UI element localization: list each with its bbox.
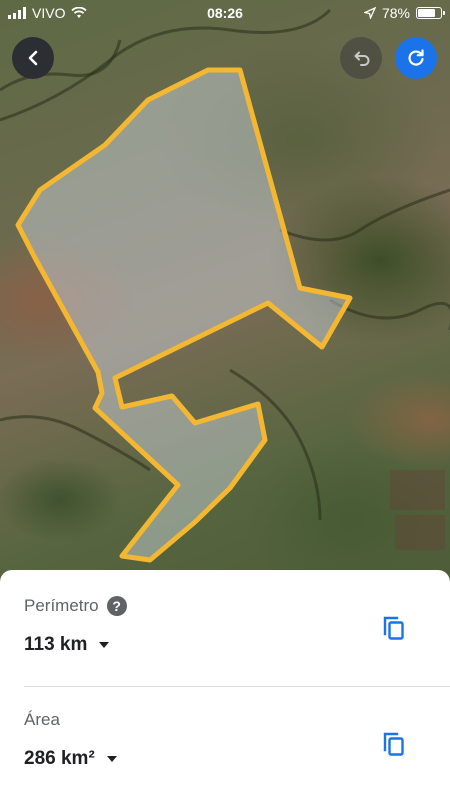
refresh-icon <box>408 49 424 66</box>
copy-area-button[interactable] <box>378 728 410 760</box>
help-icon[interactable]: ? <box>106 596 127 616</box>
measurement-sheet: Perímetro ? 113 km Área 286 km² <box>0 570 450 800</box>
measured-area-polygon[interactable] <box>15 67 353 563</box>
battery-fill <box>418 9 436 17</box>
perimeter-label: Perímetro <box>24 596 99 615</box>
undo-icon <box>354 51 370 66</box>
undo-button[interactable] <box>340 37 382 79</box>
caret-down-icon <box>106 756 117 762</box>
wifi-icon <box>71 7 88 18</box>
caret-down-icon <box>99 642 110 648</box>
battery-icon <box>416 7 445 19</box>
perimeter-label-row: Perímetro ? <box>24 596 426 616</box>
copy-perimeter-button[interactable] <box>378 612 410 644</box>
area-value: 286 km² <box>24 748 95 769</box>
satellite-map[interactable] <box>0 0 450 600</box>
divider <box>24 686 450 687</box>
perimeter-section: Perímetro ? 113 km <box>24 596 426 656</box>
perimeter-unit-selector[interactable]: 113 km <box>24 634 426 656</box>
copy-icon <box>383 616 404 640</box>
area-unit-selector[interactable]: 286 km² <box>24 748 426 770</box>
chevron-left-icon <box>28 50 38 66</box>
signal-icon <box>8 7 26 19</box>
status-bar: VIVO 08:26 78% <box>0 0 450 26</box>
area-label-row: Área <box>24 710 426 730</box>
battery-percent: 78% <box>381 5 410 21</box>
perimeter-value: 113 km <box>24 634 88 655</box>
refresh-button[interactable] <box>395 37 437 79</box>
location-arrow-icon <box>363 7 376 19</box>
back-button[interactable] <box>12 37 54 79</box>
status-right: 78% <box>363 5 445 21</box>
area-section: Área 286 km² <box>24 710 426 770</box>
status-left: VIVO <box>8 5 88 21</box>
copy-icon <box>383 732 404 756</box>
area-label: Área <box>24 710 60 729</box>
map-overlay <box>0 8 450 563</box>
carrier-label: VIVO <box>32 5 66 21</box>
farm-fields <box>390 470 445 550</box>
